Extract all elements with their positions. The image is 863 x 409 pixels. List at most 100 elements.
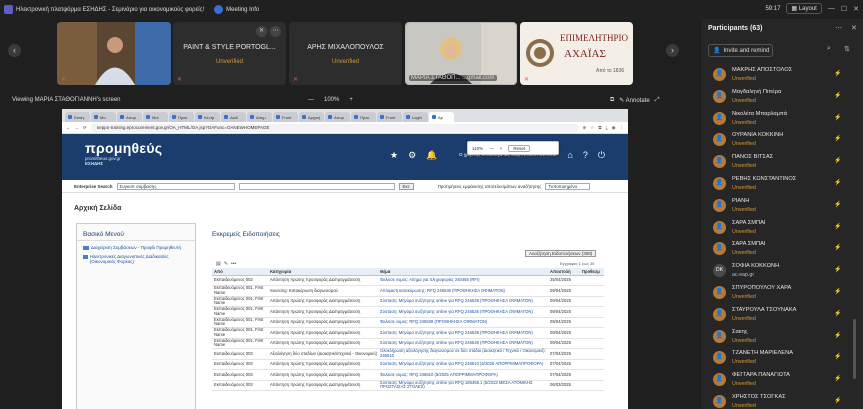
table-row[interactable]: Εκπαιδευόμενος 001, First Name Απάντηση π… — [212, 317, 604, 328]
logout-icon[interactable]: ⏻ — [598, 150, 605, 161]
pref-select[interactable]: Τυποποιημένο — [545, 182, 591, 190]
browser-menu-icon[interactable]: ⋮ — [620, 125, 625, 131]
column-header[interactable]: Κατηγορία — [268, 268, 378, 276]
notification-subject-link[interactable]: Ολοκλήρωση αξιολόγησης διαγωνισμού σε δύ… — [378, 348, 548, 360]
promitheus-logo[interactable]: προμηθεύς promitheus.gov.gr ΕΣΗΔΗΣ — [85, 140, 162, 166]
more-options-icon[interactable]: ⋯ — [270, 26, 281, 37]
table-row[interactable]: Εκπαιδευόμενος 003 Απάντηση πρώτης προσφο… — [212, 380, 604, 391]
notification-subject-link[interactable]: Έκλεισε νυμος: Αίτημα για πληροφορίες 24… — [378, 275, 548, 286]
column-header[interactable]: Αποστολή — [548, 268, 580, 276]
forward-icon[interactable]: → — [75, 125, 80, 130]
home-icon[interactable]: ⌂ — [567, 150, 572, 161]
video-tile-chamber[interactable]: ΕΠΙΜΕΛΗΤΗΡΙΟ ΑΧΑΪΑΣ Από το 1836 ✕ — [520, 22, 633, 85]
sort-icon[interactable]: ⇅ — [844, 45, 850, 53]
browser-tab[interactable]: Front — [273, 112, 298, 122]
help-icon[interactable]: ? — [583, 150, 588, 161]
participant-row[interactable]: 👤 ΣΑΡΑ ΣΜΠΑΙ Unverified ⚡ — [701, 217, 863, 239]
browser-tab[interactable]: Login — [403, 112, 428, 122]
browser-tab[interactable]: Κέντρ — [195, 112, 220, 122]
table-row[interactable]: Εκπαιδευόμενος 003 Απάντηση πρώτης προσφο… — [212, 275, 604, 286]
participant-row[interactable]: 👤 ΣΑΡΑ ΣΜΠΑΙ Unverified ⚡ — [701, 238, 863, 260]
notification-subject-link[interactable]: Σύσταση: Μηνύμα συζήτησης online για RFQ… — [378, 296, 548, 307]
zoom-in-button[interactable]: + — [500, 146, 503, 151]
minimize-icon[interactable]: — — [828, 5, 835, 12]
reload-icon[interactable]: ⟳ — [83, 125, 87, 131]
column-header[interactable]: Θέμα — [378, 268, 548, 276]
browser-tab[interactable]: Αίτημ — [247, 112, 272, 122]
browser-tab[interactable]: Απορ — [325, 112, 350, 122]
video-tile-aris[interactable]: ΑΡΗΣ ΜΙΧΑΛΟΠΟΥΛΟΣ Unverified ✕ — [289, 22, 402, 85]
column-header[interactable]: Από — [212, 268, 268, 276]
browser-tab[interactable]: Εισαγ — [65, 112, 90, 122]
zoom-reset-button[interactable]: Reset — [508, 144, 531, 152]
invite-remind-button[interactable]: 👤 Invite and remind — [708, 44, 773, 57]
table-row[interactable]: Εκπαιδευόμενος 003 Αξιολόγηση δύο σταδίων… — [212, 348, 604, 360]
table-row[interactable]: Εκπαιδευόμενος 001, First Name Απάντηση π… — [212, 296, 604, 307]
table-row[interactable]: Εκπαιδευόμενος 001, First Name Απάντηση π… — [212, 338, 604, 349]
bookmark-icon[interactable]: ☆ — [590, 125, 594, 131]
notification-subject-link[interactable]: Σύσταση: Μηνύμα συζήτησης online για RFQ… — [378, 306, 548, 318]
zoom-indicator-icon[interactable]: ⊕ — [583, 125, 587, 131]
table-row[interactable]: Εκπαιδευόμενος 001, First Name Απάντηση π… — [212, 327, 604, 339]
menu-item-tenders[interactable]: Ηλεκτρονικές Διαγωνιστικές Διαδικασίες (… — [77, 250, 195, 264]
search-input[interactable] — [238, 182, 395, 190]
notification-subject-link[interactable]: Σύσταση: Μηνύμα συζήτησης online για RFQ… — [378, 327, 548, 339]
url-field[interactable]: neppo-training.eprocurement.gov.gr/OA_HT… — [90, 123, 579, 132]
browser-tab[interactable]: Προκ — [351, 112, 376, 122]
notifications-icon[interactable]: 🔔 — [426, 150, 437, 161]
zoom-out-button[interactable]: — — [308, 97, 314, 103]
table-row[interactable]: Εκπαιδευόμενος 001, First Name Sourcing: … — [212, 285, 604, 297]
notification-subject-link[interactable]: Απόφαση κατακύρωσης: RFQ 246536 (ΠΡΟΘΗΚΗ… — [378, 285, 548, 297]
table-row[interactable]: Εκπαιδευόμενος 001, First Name Απάντηση π… — [212, 306, 604, 318]
back-icon[interactable]: ← — [66, 125, 71, 130]
participant-row[interactable]: 👤 ΜΑΚΡΗΣ ΑΠΟΣΤΟΛΟΣ Unverified ⚡ — [701, 64, 863, 86]
browser-tab[interactable]: Front — [377, 112, 402, 122]
video-tile-paint-style[interactable]: ✕ ⋯ PAINT & STYLE PORTOGL... Unverified … — [173, 22, 286, 85]
participant-row[interactable]: 👤 ΣΤΑΥΡΟΥΛΑ ΤΣΟΥΝΑΚΑ Unverified ⚡ — [701, 304, 863, 326]
browser-tab[interactable]: Προκ — [169, 112, 194, 122]
more-icon[interactable]: ••• — [231, 261, 236, 267]
participant-row[interactable]: 👤 ΡΙΑΝΗ Unverified ⚡ — [701, 195, 863, 217]
participant-row[interactable]: 👤 ΣΠΥΡΟΠΟΥΛΟΥ ΧΑΡΑ Unverified ⚡ — [701, 282, 863, 304]
popout-icon[interactable]: ⧉ — [610, 97, 614, 104]
gallery-next-icon[interactable]: › — [666, 44, 679, 57]
settings-icon[interactable]: ⚙ — [408, 150, 416, 161]
browser-tab[interactable]: Διαδ — [221, 112, 246, 122]
extensions-icon[interactable]: ⧉ — [598, 125, 601, 130]
zoom-in-button[interactable]: + — [349, 97, 353, 103]
browser-tab[interactable]: Αρ — [429, 112, 454, 122]
maximize-icon[interactable]: ☐ — [841, 5, 847, 13]
participant-row[interactable]: 👤 ΧΡΗΣΤΟΣ ΤΣΟΓΚΑΣ Unverified ⚡ — [701, 391, 863, 409]
attach-icon[interactable]: ✎ — [224, 261, 228, 267]
menu-item-contracts[interactable]: Διαχείριση Συμβάσεων - Προφίλ Προμηθευτή — [77, 241, 195, 250]
notification-subject-link[interactable]: Έκλεισε νυμος: RFQ 246536 (ΠΡΟΘΗΚΗΣΑ ΟΦΙ… — [378, 317, 548, 328]
participant-row[interactable]: 👤 ΤΖΑΝΕΤΗ ΜΑΡΙΕΛΕΝΑ Unverified ⚡ — [701, 347, 863, 369]
participant-row[interactable]: 👤 ΡΕΒΗΣ ΚΩΝΣΤΑΝΤΙΝΟΣ Unverified ⚡ — [701, 173, 863, 195]
favorites-icon[interactable]: ★ — [390, 150, 398, 161]
meeting-info-link[interactable]: Meeting Info — [226, 7, 259, 13]
video-tile-maria[interactable]: ΜΑΡΙΑ ΣΤΑΘΟΠ... ...gmail.com — [405, 22, 517, 85]
panel-close-icon[interactable]: ✕ — [851, 24, 857, 32]
participant-row[interactable]: 👤 ΦΕΓΓΑΡΑ ΠΑΝΑΓΙΩΤΑ Unverified ⚡ — [701, 369, 863, 391]
browser-tab[interactable]: Απορ — [117, 112, 142, 122]
participant-row[interactable]: 👤 ΠΑΝΟΣ ΒΙΤΣΑΣ Unverified ⚡ — [701, 151, 863, 173]
browser-tab[interactable]: Μαί — [143, 112, 168, 122]
profile-icon[interactable]: ◉ — [612, 125, 616, 131]
search-type-select[interactable]: Συγκοπ συμβασης — [116, 182, 235, 190]
table-row[interactable]: Εκπαιδευόμενος 003 Απάντηση πρώτης προσφο… — [212, 369, 604, 381]
notification-subject-link[interactable]: Σύσταση: Μηνύμα συζήτησης online για RFQ… — [378, 359, 548, 370]
browser-tab[interactable]: Αρχική — [299, 112, 324, 122]
browser-tab[interactable]: Μα — [91, 112, 116, 122]
export-icon[interactable]: ▤ — [216, 261, 221, 267]
participant-row[interactable]: 👤 Μαγδαληνή Πιπέρα Unverified ⚡ — [701, 86, 863, 108]
participant-row[interactable]: 👤 Νικολέτα Μπαρλαμπά Unverified ⚡ — [701, 108, 863, 130]
video-tile-presenter[interactable]: ✕ — [57, 22, 171, 85]
meeting-info-icon[interactable] — [214, 5, 224, 14]
participant-row[interactable]: 👤 ΟΥΡΑΝΙΑ ΚΟΚΚΙΝΗ Unverified ⚡ — [701, 129, 863, 151]
downloads-icon[interactable]: ⤓ — [606, 125, 608, 130]
table-row[interactable]: Εκπαιδευόμενος 003 Απάντηση πρώτης προσφο… — [212, 359, 604, 370]
notification-subject-link[interactable]: Έκλεισε νυμος: RFQ 246510 (5/2025 ΑΠΟΡΡΙ… — [378, 369, 548, 381]
layout-button[interactable]: ▦ Layout — [786, 3, 822, 14]
column-header[interactable]: Προθεσμ — [580, 268, 604, 276]
annotate-button[interactable]: ✎ Annotate — [619, 97, 649, 104]
